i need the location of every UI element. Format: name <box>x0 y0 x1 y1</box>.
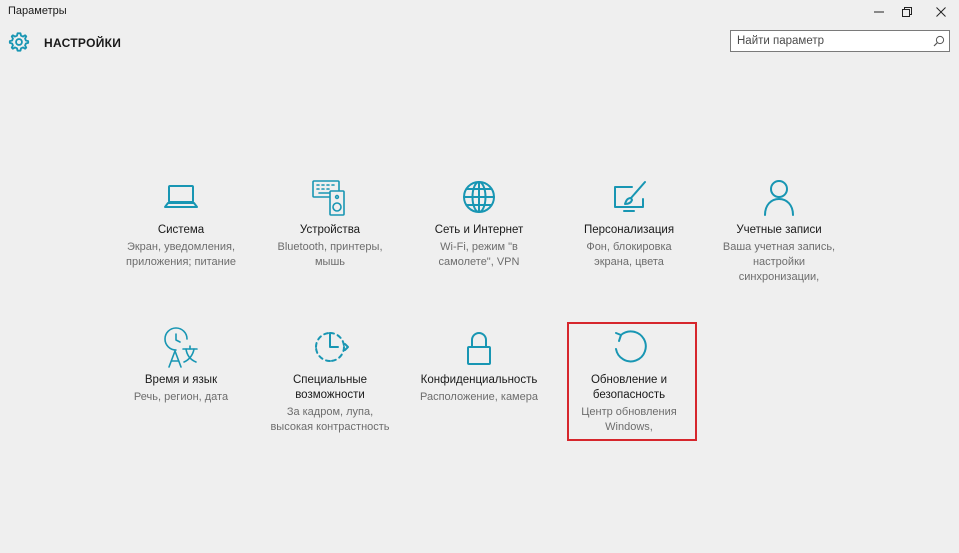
tile-network-title: Сеть и Интернет <box>434 224 524 236</box>
gear-icon <box>8 32 30 52</box>
tile-time-language-title: Время и язык <box>144 374 218 386</box>
tile-ease-of-access-desc: За кадром, лупа, высокая контрастность <box>270 406 390 433</box>
tile-personalization[interactable]: Персонализация Фон, блокировка экрана, ц… <box>564 177 694 270</box>
tile-system-desc: Экран, уведомления, приложения; питание <box>126 241 236 268</box>
tile-privacy[interactable]: Конфиденциальность Расположение, камера <box>414 327 544 405</box>
time-language-icon <box>164 327 198 368</box>
tile-time-language-desc: Речь, регион, дата <box>133 391 229 403</box>
search-box[interactable] <box>730 30 950 52</box>
tile-privacy-desc: Расположение, камера <box>420 391 538 403</box>
tile-privacy-title: Конфиденциальность <box>420 374 538 386</box>
tile-accounts-title: Учетные записи <box>736 224 822 236</box>
tile-time-language[interactable]: Время и язык Речь, регион, дата <box>116 327 246 405</box>
tile-personalization-desc: Фон, блокировка экрана, цвета <box>586 241 672 268</box>
tile-network-desc: Wi-Fi, режим "в самолете", VPN <box>438 241 520 268</box>
minimize-icon <box>874 11 884 13</box>
selection-highlight <box>567 322 697 441</box>
tile-network[interactable]: Сеть и Интернет Wi-Fi, режим "в самолете… <box>414 177 544 270</box>
tile-ease-of-access-title: Специальные возможности <box>292 374 368 401</box>
tile-devices-desc: Bluetooth, принтеры, мышь <box>277 241 383 268</box>
search-icon[interactable] <box>933 35 945 47</box>
search-input[interactable] <box>731 31 932 51</box>
tile-personalization-title: Персонализация <box>583 224 675 236</box>
tile-devices-title: Устройства <box>299 224 361 236</box>
lock-icon <box>467 332 491 365</box>
title-bar: Параметры <box>0 0 959 24</box>
keyboard-speaker-icon <box>312 180 345 216</box>
tile-system[interactable]: Система Экран, уведомления, приложения; … <box>116 177 246 270</box>
person-icon <box>764 180 794 216</box>
tile-devices[interactable]: Устройства Bluetooth, принтеры, мышь <box>265 177 395 270</box>
close-icon <box>936 7 946 17</box>
settings-window: Параметры НАСТРОЙКИ Найти параметр Систе… <box>0 0 959 553</box>
paint-monitor-icon <box>614 181 646 212</box>
close-button[interactable] <box>924 0 958 24</box>
restore-button[interactable] <box>890 0 924 24</box>
tile-accounts[interactable]: Учетные записи Ваша учетная запись, наст… <box>714 177 844 285</box>
restore-icon <box>902 7 912 17</box>
laptop-icon <box>164 185 198 208</box>
tile-system-title: Система <box>157 224 205 236</box>
page-title: НАСТРОЙКИ <box>44 36 122 50</box>
tile-accounts-desc: Ваша учетная запись, настройки синхрониз… <box>722 241 836 283</box>
tile-ease-of-access[interactable]: Специальные возможности За кадром, лупа,… <box>265 327 395 435</box>
window-title: Параметры <box>8 5 67 17</box>
globe-icon <box>463 181 495 213</box>
ease-of-access-icon <box>315 332 349 362</box>
